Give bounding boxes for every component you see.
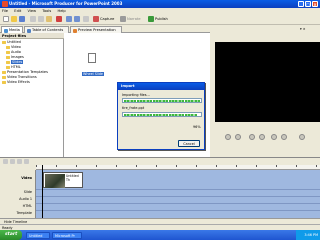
publish-icon[interactable] [148, 16, 154, 22]
fullscreen-button[interactable] [281, 134, 287, 140]
paste-icon[interactable] [46, 16, 52, 22]
toolbar: Capture Narrate Publish [0, 14, 320, 25]
timeline-panel: Video Slide Audio 1 HTML Template Untitl… [0, 157, 320, 225]
clip-thumbnail [44, 173, 65, 188]
tab-media[interactable]: Media [1, 26, 23, 33]
folder-icon [6, 45, 10, 49]
project-files-header: Project files [0, 33, 64, 39]
workspace-tabs: Media Table of Contents Preview Presenta… [0, 25, 210, 33]
import-dialog-title: Import [118, 83, 204, 90]
menu-edit[interactable]: Edit [14, 9, 21, 13]
redo-icon[interactable] [74, 16, 80, 22]
zoom-out-icon[interactable] [10, 159, 15, 164]
close-preview-button[interactable]: ▾ × [300, 25, 306, 33]
import-icon[interactable] [83, 16, 89, 22]
publish-button-label[interactable]: Publish [155, 17, 168, 21]
folder-icon [2, 80, 6, 84]
delete-icon[interactable] [56, 16, 62, 22]
timeline-toolbar [0, 158, 320, 165]
video-preview [215, 42, 320, 122]
slide-file-label[interactable]: Wheel Slide [82, 72, 104, 76]
overall-progress-bar [122, 98, 202, 103]
folder-icon [2, 75, 6, 79]
narrate-button-label[interactable]: Narrate [127, 17, 141, 21]
track-label-audio: Audio 1 [19, 197, 32, 201]
file-name-label: tire_frate.ppt [122, 106, 145, 110]
taskbar-item-producer[interactable]: Microsoft Pr [52, 231, 82, 239]
tab-table-of-contents[interactable]: Table of Contents [24, 26, 69, 33]
file-progress-bar [122, 112, 202, 117]
video-clip[interactable]: Untitled Th [43, 172, 83, 188]
playhead[interactable] [42, 165, 43, 218]
capture-icon[interactable] [93, 16, 99, 22]
import-dialog: Import Importing files... tire_frate.ppt… [117, 82, 205, 150]
system-tray: 3:46 PM [296, 230, 320, 240]
track-label-html: HTML [22, 204, 32, 208]
importing-label: Importing files... [122, 93, 150, 97]
narrate-icon[interactable] [120, 16, 126, 22]
play-timeline-icon[interactable] [24, 159, 29, 164]
open-icon[interactable] [11, 16, 17, 22]
slide-file-icon[interactable] [88, 53, 96, 63]
taskbar: start Untitled Microsoft Pr 3:46 PM [0, 230, 320, 240]
volume-button[interactable] [299, 134, 305, 140]
split-button[interactable] [271, 134, 277, 140]
playback-controls [215, 130, 320, 144]
toc-icon [27, 28, 31, 33]
tree-item-video-effects[interactable]: Video Effects [2, 80, 30, 85]
play-button[interactable] [225, 134, 231, 140]
minimize-button[interactable]: _ [298, 1, 304, 7]
overall-progress-fill [123, 99, 201, 102]
menu-help[interactable]: Help [58, 9, 66, 13]
close-button[interactable]: × [312, 1, 318, 7]
next-button[interactable] [259, 134, 265, 140]
project-files-panel: Project files Untitled Video Audio Image… [0, 33, 64, 157]
rewind-icon[interactable] [17, 159, 22, 164]
menu-file[interactable]: File [2, 9, 8, 13]
taskbar-item-untitled[interactable]: Untitled [26, 231, 50, 239]
media-icon [4, 28, 8, 33]
clock: 3:46 PM [304, 233, 318, 237]
window-title-bar: Untitled - Microsoft Producer for PowerP… [0, 0, 320, 8]
track-labels: Video Slide Audio 1 HTML Template [0, 170, 36, 218]
clip-name: Untitled Th [66, 174, 79, 182]
folder-icon [6, 65, 10, 69]
track-label-slide: Slide [23, 190, 32, 194]
folder-icon [6, 55, 10, 59]
new-icon[interactable] [3, 16, 9, 22]
track-label-template: Template [16, 211, 32, 215]
preview-icon [73, 28, 77, 33]
menu-tools[interactable]: Tools [42, 9, 51, 13]
percent-label: 96% [193, 125, 201, 129]
maximize-button[interactable]: □ [305, 1, 311, 7]
save-icon[interactable] [19, 16, 25, 22]
stop-button[interactable] [235, 134, 241, 140]
start-button[interactable]: start [0, 230, 22, 240]
capture-button-label[interactable]: Capture [100, 17, 114, 21]
file-progress-fill [123, 113, 198, 116]
undo-icon[interactable] [66, 16, 72, 22]
folder-icon [2, 70, 6, 74]
window-title: Untitled - Microsoft Producer for PowerP… [9, 1, 123, 6]
folder-icon [6, 60, 10, 64]
menu-view[interactable]: View [28, 9, 37, 13]
cut-icon[interactable] [30, 16, 36, 22]
zoom-in-icon[interactable] [3, 159, 8, 164]
folder-icon [6, 50, 10, 54]
app-icon [2, 1, 8, 7]
cancel-button[interactable]: Cancel [178, 140, 200, 147]
preview-header: ▾ × [212, 25, 320, 33]
tab-preview-presentation[interactable]: Preview Presentation [70, 26, 122, 33]
copy-icon[interactable] [38, 16, 44, 22]
track-label-video: Video [21, 176, 32, 180]
project-icon [2, 40, 6, 44]
previous-button[interactable] [249, 134, 255, 140]
